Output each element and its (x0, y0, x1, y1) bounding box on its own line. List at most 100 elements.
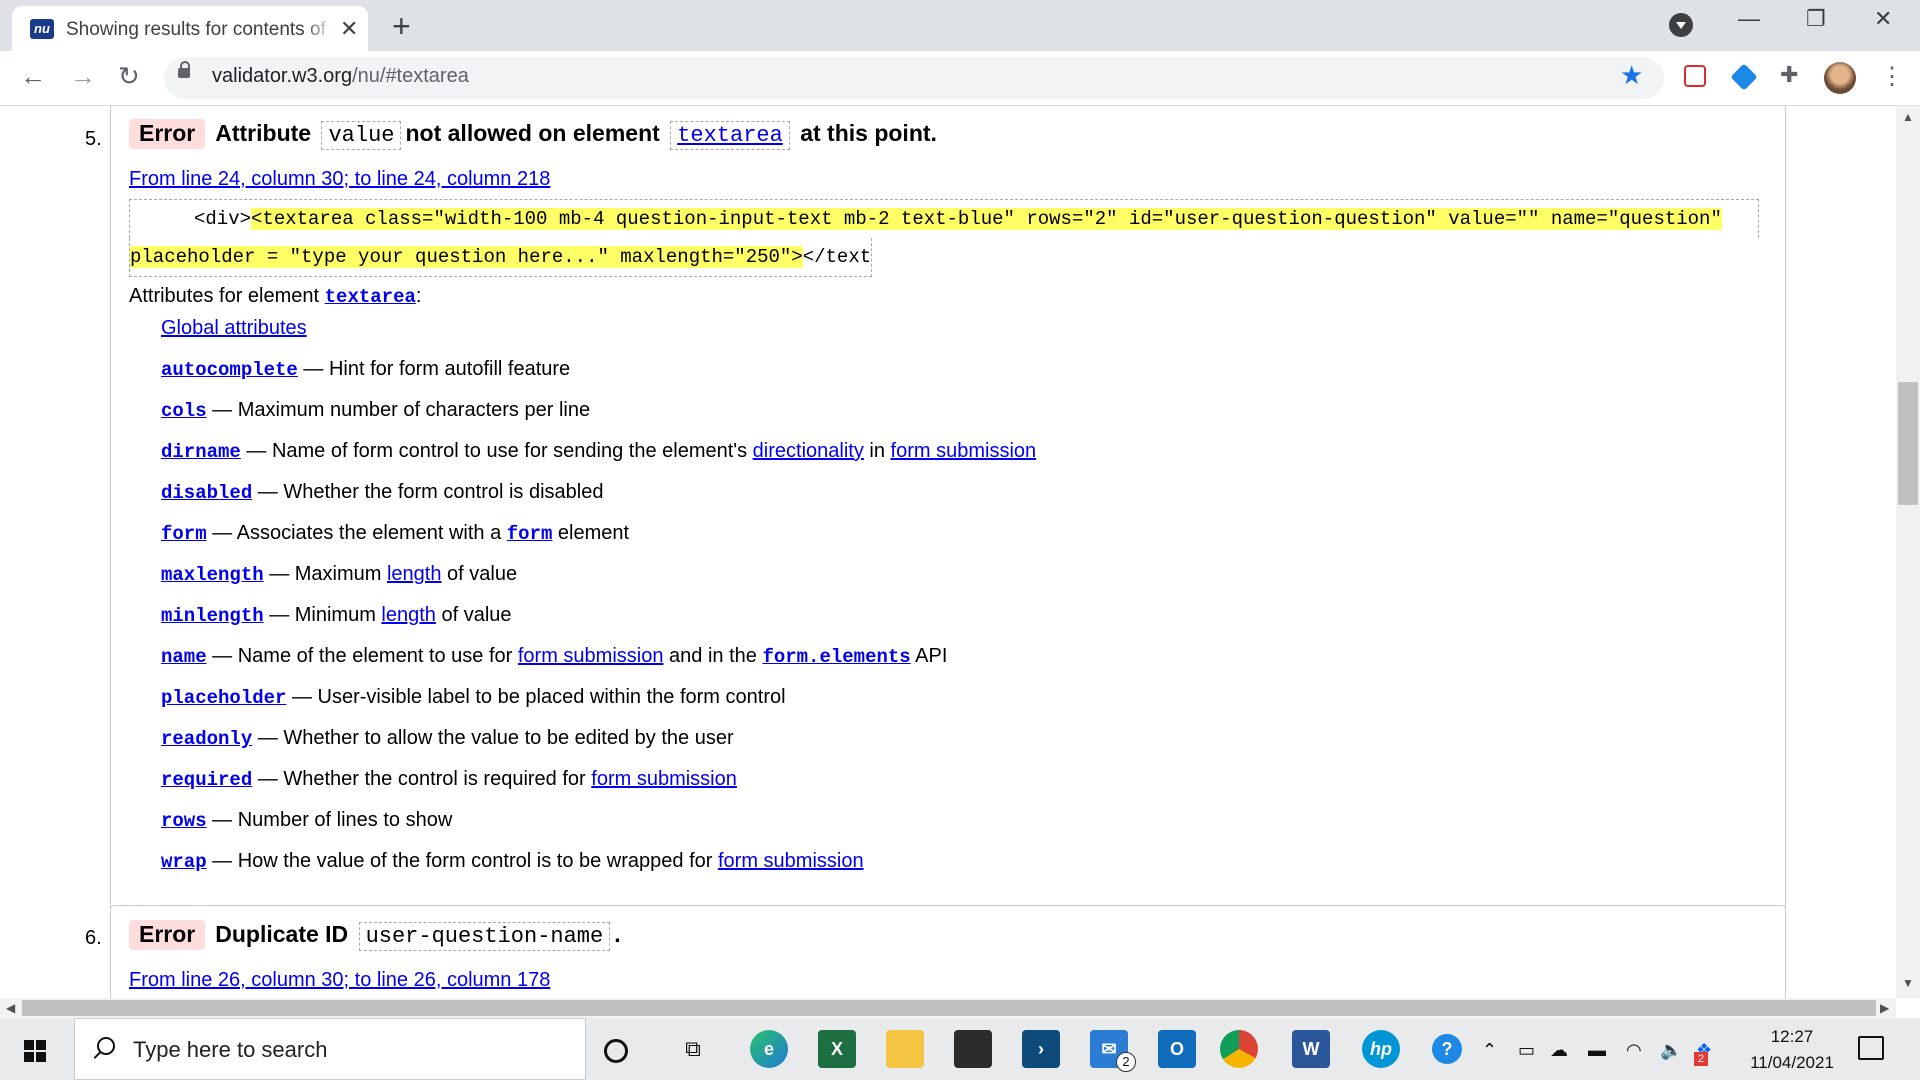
help-icon[interactable]: ? (1432, 1034, 1462, 1064)
wifi-icon[interactable]: ◠ (1626, 1040, 1642, 1061)
taskbar-search-box[interactable]: Type here to search (74, 1018, 586, 1080)
lock-icon[interactable] (178, 61, 190, 78)
file-explorer-icon[interactable] (886, 1030, 924, 1068)
show-hidden-icons-chevron-icon[interactable]: ⌃ (1482, 1040, 1497, 1061)
dropbox-badge: 2 (1694, 1052, 1708, 1066)
code-element: textarea (670, 121, 790, 150)
attribute-name-link[interactable]: name (161, 646, 207, 668)
attribute-name-link[interactable]: minlength (161, 605, 264, 627)
reload-icon[interactable]: ↻ (118, 61, 140, 92)
restore-button[interactable]: ❐ (1806, 6, 1826, 32)
powershell-icon[interactable]: › (1022, 1030, 1060, 1068)
attribute-name-link[interactable]: form (161, 523, 207, 545)
attribute-name-link[interactable]: disabled (161, 482, 252, 504)
store-icon[interactable] (954, 1030, 992, 1068)
attribute-name-link[interactable]: required (161, 769, 252, 791)
vertical-scroll-thumb[interactable] (1898, 382, 1918, 505)
horizontal-scroll-thumb[interactable] (22, 1000, 1876, 1016)
code-extract: <div><textarea class="width-100 mb-4 que… (129, 199, 1759, 277)
spec-link[interactable]: form (507, 523, 553, 545)
message-text: at this point. (800, 120, 937, 146)
new-tab-button[interactable]: + (392, 8, 411, 45)
attribute-name-link[interactable]: readonly (161, 728, 252, 750)
taskbar-clock[interactable]: 12:27 11/04/2021 (1732, 1024, 1852, 1076)
spec-link[interactable]: form.elements (762, 646, 910, 668)
windows-start-icon[interactable] (24, 1040, 46, 1062)
cortana-icon[interactable] (604, 1039, 628, 1063)
task-view-icon[interactable]: ⧉ (674, 1030, 712, 1068)
attribute-description: — Hint for form autofill feature (303, 358, 571, 380)
attribute-description: of value (441, 563, 518, 585)
scroll-down-arrow-icon[interactable]: ▼ (1902, 976, 1914, 990)
url-text[interactable]: validator.w3.org/nu/#textarea (212, 65, 469, 88)
validator-favicon-icon: nu (30, 19, 54, 39)
attribute-description: in (863, 440, 891, 462)
error-message-5: Error Attribute value not allowed on eleme… (110, 106, 1786, 998)
attribute-item: name — Name of the element to use for fo… (161, 645, 947, 668)
spec-link[interactable]: length (387, 563, 442, 585)
notification-center-icon[interactable] (1858, 1036, 1884, 1060)
location-link[interactable]: From line 24, column 30; to line 24, col… (129, 168, 550, 191)
clock-date: 11/04/2021 (1750, 1053, 1834, 1072)
attribute-item: readonly — Whether to allow the value to… (161, 727, 734, 750)
back-arrow-icon[interactable]: ← (20, 61, 46, 92)
scroll-up-arrow-icon[interactable]: ▲ (1902, 110, 1914, 124)
attribute-item: dirname — Name of form control to use fo… (161, 440, 1036, 463)
close-window-button[interactable]: ✕ (1874, 6, 1892, 32)
attribute-name-link[interactable]: wrap (161, 851, 207, 873)
edge-icon[interactable]: e (750, 1030, 788, 1068)
vertical-scrollbar[interactable] (1896, 106, 1920, 998)
attribute-name-link[interactable]: dirname (161, 441, 241, 463)
global-attributes-link[interactable]: Global attributes (161, 317, 307, 339)
spec-link[interactable]: form submission (518, 645, 664, 667)
tab-close-icon[interactable]: ✕ (340, 16, 358, 42)
attribute-name-link[interactable]: placeholder (161, 687, 286, 709)
spec-link[interactable]: form submission (591, 768, 737, 790)
tab-search-icon[interactable] (1669, 13, 1693, 37)
extract-line-2: placeholder = "type your question here..… (129, 238, 873, 277)
spec-link[interactable]: directionality (753, 440, 864, 462)
chrome-icon[interactable] (1220, 1030, 1258, 1068)
forward-arrow-icon[interactable]: → (70, 61, 96, 92)
attribute-name-link[interactable]: autocomplete (161, 359, 298, 381)
hp-icon[interactable]: hp (1362, 1030, 1400, 1068)
extension-hex-icon[interactable] (1730, 63, 1758, 91)
spec-link[interactable]: form submission (891, 440, 1037, 462)
excel-icon[interactable]: X (818, 1030, 856, 1068)
attribute-description: — Whether the form control is disabled (257, 481, 604, 503)
onedrive-cloud-icon[interactable]: ☁ (1550, 1040, 1568, 1061)
spec-link[interactable]: length (381, 604, 436, 626)
scroll-left-arrow-icon[interactable]: ◀ (6, 1001, 15, 1015)
profile-avatar[interactable] (1824, 62, 1856, 94)
browser-toolbar: ← → ↻ validator.w3.org/nu/#textarea ★ ✚ … (0, 51, 1920, 106)
word-icon[interactable]: W (1292, 1030, 1330, 1068)
scroll-right-arrow-icon[interactable]: ▶ (1880, 1001, 1889, 1015)
volume-icon[interactable]: 🔈 (1660, 1040, 1682, 1061)
location-link[interactable]: From line 26, column 30; to line 26, col… (129, 969, 550, 992)
attribute-description: — Associates the element with a (212, 522, 507, 544)
attribute-item: disabled — Whether the form control is d… (161, 481, 603, 504)
error-badge: Error (129, 920, 206, 950)
textarea-element-link[interactable]: textarea (325, 286, 416, 308)
extensions-puzzle-icon[interactable]: ✚ (1780, 62, 1804, 87)
bookmark-star-icon[interactable]: ★ (1620, 60, 1643, 91)
tab-strip: nu Showing results for contents of texta… (0, 0, 1920, 51)
outlook-icon[interactable]: O (1158, 1030, 1196, 1068)
attribute-name-link[interactable]: maxlength (161, 564, 264, 586)
attribute-name-link[interactable]: rows (161, 810, 207, 832)
meet-now-icon[interactable]: ▭ (1518, 1040, 1535, 1061)
attribute-name-link[interactable]: cols (161, 400, 207, 422)
minimize-button[interactable]: — (1738, 6, 1760, 32)
attribute-item: autocomplete — Hint for form autofill fe… (161, 358, 570, 381)
textarea-link[interactable]: textarea (677, 123, 783, 148)
attribute-item: required — Whether the control is requir… (161, 768, 737, 791)
message-number: 5. (85, 128, 102, 150)
browser-tab[interactable]: nu Showing results for contents of texta… (12, 6, 368, 51)
extension-pocket-icon[interactable] (1684, 65, 1706, 87)
error-message-6: Error Duplicate ID user-question-name. Fr… (110, 905, 1786, 998)
menu-kebab-icon[interactable]: ⋮ (1880, 62, 1904, 91)
message-text: . (614, 921, 621, 947)
spec-link[interactable]: form submission (718, 850, 864, 872)
battery-icon[interactable]: ▬ (1588, 1040, 1606, 1061)
extract-line-1: <div><textarea class="width-100 mb-4 que… (129, 199, 1759, 238)
